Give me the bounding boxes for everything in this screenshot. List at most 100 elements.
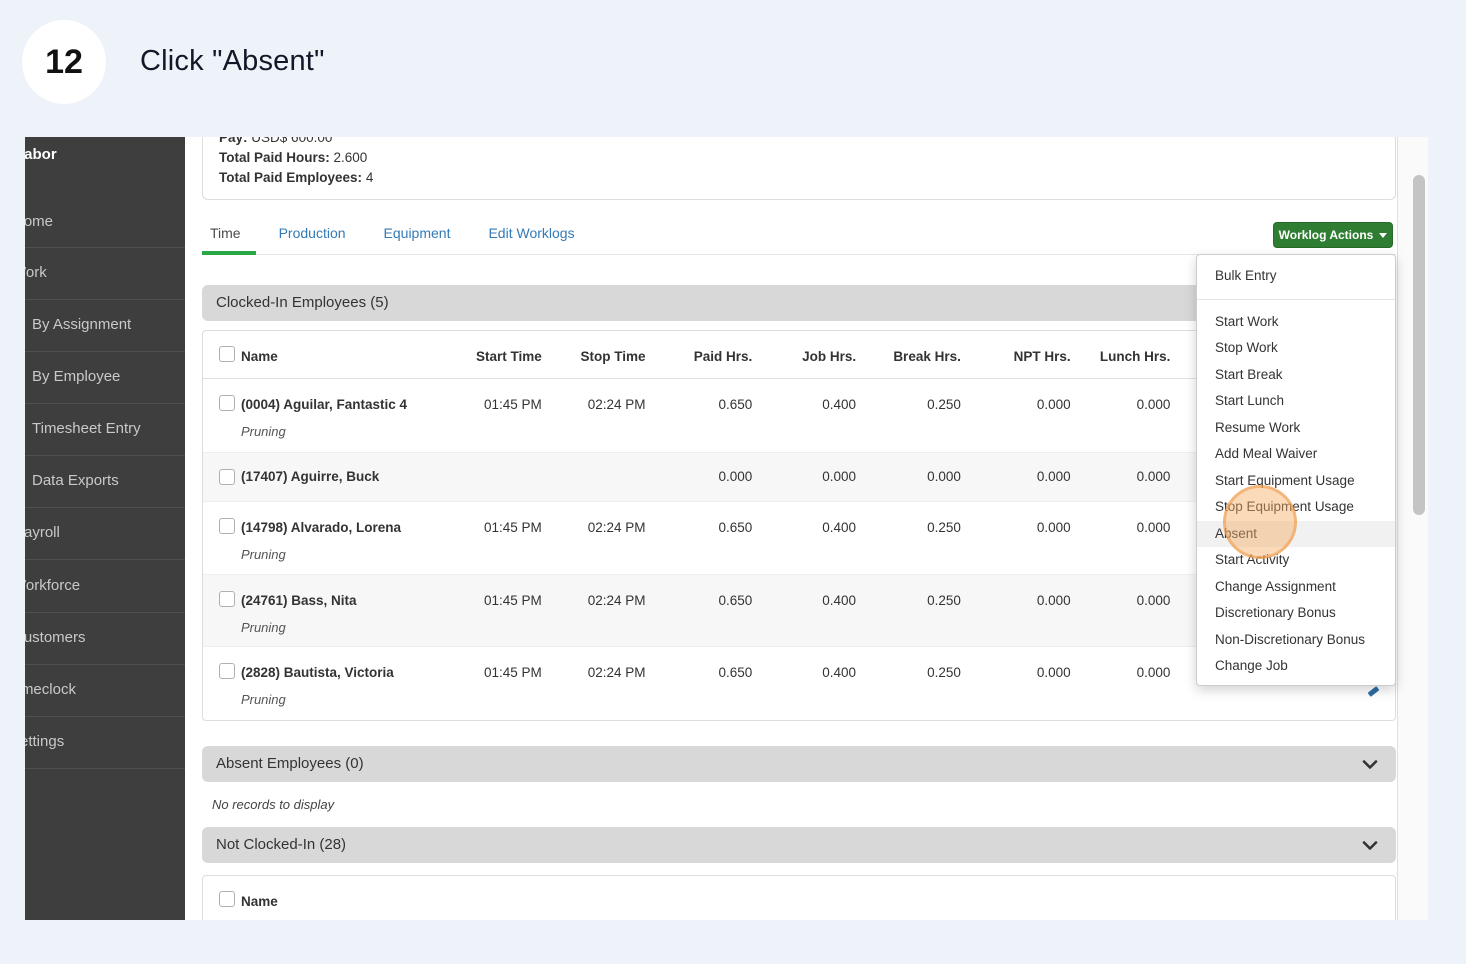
cell-job-hrs: 0.400 bbox=[822, 593, 857, 608]
row-checkbox[interactable] bbox=[219, 518, 235, 534]
cell-job-hrs: 0.400 bbox=[822, 520, 857, 535]
summary-pay-value: USD$ 600.00 bbox=[251, 137, 333, 145]
summary-employees-value: 4 bbox=[365, 170, 374, 185]
chevron-down-icon[interactable] bbox=[1362, 760, 1378, 769]
sidebar-divider bbox=[25, 403, 185, 404]
summary-total-paid-hours: Total Paid Hours: 2.600 bbox=[219, 148, 1395, 168]
sidebar-item-by-employee[interactable]: By Employee bbox=[32, 367, 120, 387]
menu-item-stop-work[interactable]: Stop Work bbox=[1197, 335, 1395, 362]
cell-paid-hrs: 0.650 bbox=[718, 665, 753, 680]
section-not-clocked-in[interactable]: Not Clocked-In (28) bbox=[202, 827, 1396, 863]
sidebar-item-customers[interactable]: Customers bbox=[25, 628, 86, 648]
sidebar-item-labor[interactable]: Labor bbox=[25, 145, 57, 165]
employee-name: (0004) Aguilar, Fantastic 4 bbox=[240, 397, 408, 412]
active-tab-indicator bbox=[202, 251, 256, 255]
sidebar-item-payroll[interactable]: Payroll bbox=[25, 523, 60, 543]
cell-npt-hrs: 0.000 bbox=[1036, 397, 1071, 412]
sidebar-item-timeclock[interactable]: Timeclock bbox=[25, 680, 76, 700]
sidebar-divider bbox=[25, 664, 185, 665]
row-checkbox[interactable] bbox=[219, 591, 235, 607]
tab-equipment[interactable]: Equipment bbox=[384, 215, 451, 255]
menu-item-start-activity[interactable]: Start Activity bbox=[1197, 547, 1395, 574]
select-all-checkbox[interactable] bbox=[219, 346, 235, 362]
menu-item-resume-work[interactable]: Resume Work bbox=[1197, 415, 1395, 442]
menu-item-stop-equipment-usage[interactable]: Stop Equipment Usage bbox=[1197, 494, 1395, 521]
employee-name: (24761) Bass, Nita bbox=[240, 593, 357, 608]
main-content: Pay: USD$ 600.00 Total Paid Hours: 2.600… bbox=[185, 137, 1397, 920]
worklog-actions-label: Worklog Actions bbox=[1278, 228, 1374, 242]
employee-name: (14798) Alvarado, Lorena bbox=[240, 520, 402, 535]
sidebar-divider bbox=[25, 507, 185, 508]
tab-edit-worklogs[interactable]: Edit Worklogs bbox=[488, 215, 574, 255]
cell-paid-hrs: 0.000 bbox=[718, 469, 753, 484]
cell-job-hrs: 0.400 bbox=[822, 665, 857, 680]
menu-item-start-lunch[interactable]: Start Lunch bbox=[1197, 388, 1395, 415]
tab-time[interactable]: Time bbox=[210, 215, 241, 255]
sidebar-divider bbox=[25, 247, 185, 248]
menu-item-change-assignment[interactable]: Change Assignment bbox=[1197, 574, 1395, 601]
cell-start-time bbox=[438, 453, 542, 501]
sidebar-divider bbox=[25, 299, 185, 300]
sidebar-item-home[interactable]: Home bbox=[25, 212, 53, 232]
select-all-checkbox[interactable] bbox=[219, 891, 235, 907]
cell-stop-time: 02:24 PM bbox=[587, 520, 646, 535]
summary-pay: Pay: USD$ 600.00 bbox=[219, 137, 1395, 148]
tab-bar: Time Production Equipment Edit Worklogs bbox=[202, 215, 1396, 255]
row-checkbox[interactable] bbox=[219, 395, 235, 411]
scrollbar-thumb[interactable] bbox=[1413, 175, 1425, 515]
cell-break-hrs: 0.250 bbox=[927, 520, 961, 535]
col-npt-hrs: NPT Hrs. bbox=[1013, 349, 1071, 364]
row-checkbox[interactable] bbox=[219, 663, 235, 679]
cell-lunch-hrs: 0.000 bbox=[1136, 397, 1171, 412]
sidebar-item-settings[interactable]: Settings bbox=[25, 732, 64, 752]
step-number-badge: 12 bbox=[22, 20, 106, 104]
employee-task: Pruning bbox=[240, 620, 286, 635]
col-stop-time: Stop Time bbox=[580, 349, 646, 364]
menu-item-absent[interactable]: Absent bbox=[1197, 520, 1395, 547]
employee-task: Pruning bbox=[240, 424, 286, 439]
menu-item-start-break[interactable]: Start Break bbox=[1197, 362, 1395, 389]
sidebar-divider bbox=[25, 716, 185, 717]
tab-production[interactable]: Production bbox=[279, 215, 346, 255]
menu-item-bulk-entry[interactable]: Bulk Entry bbox=[1197, 263, 1395, 290]
section-absent-employees[interactable]: Absent Employees (0) bbox=[202, 746, 1396, 782]
pay-summary-card: Pay: USD$ 600.00 Total Paid Hours: 2.600… bbox=[202, 137, 1396, 200]
sidebar: Labor Home Work By Assignment By Employe… bbox=[25, 137, 185, 920]
cell-job-hrs: 0.400 bbox=[822, 397, 857, 412]
sidebar-item-workforce[interactable]: Workforce bbox=[25, 576, 80, 596]
sidebar-divider bbox=[25, 351, 185, 352]
menu-item-add-meal-waiver[interactable]: Add Meal Waiver bbox=[1197, 441, 1395, 468]
cell-start-time: 01:45 PM bbox=[483, 593, 542, 608]
menu-item-start-equipment-usage[interactable]: Start Equipment Usage bbox=[1197, 468, 1395, 495]
worklog-actions-button[interactable]: Worklog Actions bbox=[1273, 222, 1393, 248]
cell-start-time: 01:45 PM bbox=[483, 665, 542, 680]
summary-hours-value: 2.600 bbox=[333, 150, 368, 165]
sidebar-item-data-exports[interactable]: Data Exports bbox=[32, 471, 119, 491]
menu-item-discretionary-bonus[interactable]: Discretionary Bonus bbox=[1197, 600, 1395, 627]
section-absent-label: Absent Employees (0) bbox=[216, 755, 364, 772]
menu-item-start-work[interactable]: Start Work bbox=[1197, 309, 1395, 336]
col-job-hrs: Job Hrs. bbox=[802, 349, 857, 364]
menu-item-non-discretionary-bonus[interactable]: Non-Discretionary Bonus bbox=[1197, 627, 1395, 654]
employee-name: (2828) Bautista, Victoria bbox=[240, 665, 394, 680]
sidebar-item-work[interactable]: Work bbox=[25, 263, 47, 283]
sidebar-item-by-assignment[interactable]: By Assignment bbox=[32, 315, 131, 335]
table-header-row: Name bbox=[203, 876, 1395, 912]
cell-lunch-hrs: 0.000 bbox=[1136, 520, 1171, 535]
summary-employees-label: Total Paid Employees: bbox=[219, 170, 363, 185]
cell-stop-time: 02:24 PM bbox=[587, 665, 646, 680]
caret-down-icon bbox=[1379, 232, 1388, 238]
cell-break-hrs: 0.250 bbox=[927, 593, 961, 608]
col-paid-hrs: Paid Hrs. bbox=[693, 349, 753, 364]
chevron-down-icon[interactable] bbox=[1362, 841, 1378, 850]
cell-paid-hrs: 0.650 bbox=[718, 520, 753, 535]
menu-item-change-job[interactable]: Change Job bbox=[1197, 653, 1395, 680]
sidebar-divider bbox=[25, 455, 185, 456]
row-checkbox[interactable] bbox=[219, 469, 235, 485]
section-not-clocked-in-label: Not Clocked-In (28) bbox=[216, 836, 347, 853]
cell-break-hrs: 0.250 bbox=[927, 665, 961, 680]
summary-pay-label: Pay: bbox=[219, 137, 248, 145]
not-clocked-in-table: Name bbox=[202, 875, 1396, 920]
cell-job-hrs: 0.000 bbox=[822, 469, 857, 484]
sidebar-item-timesheet-entry[interactable]: Timesheet Entry bbox=[32, 419, 141, 439]
